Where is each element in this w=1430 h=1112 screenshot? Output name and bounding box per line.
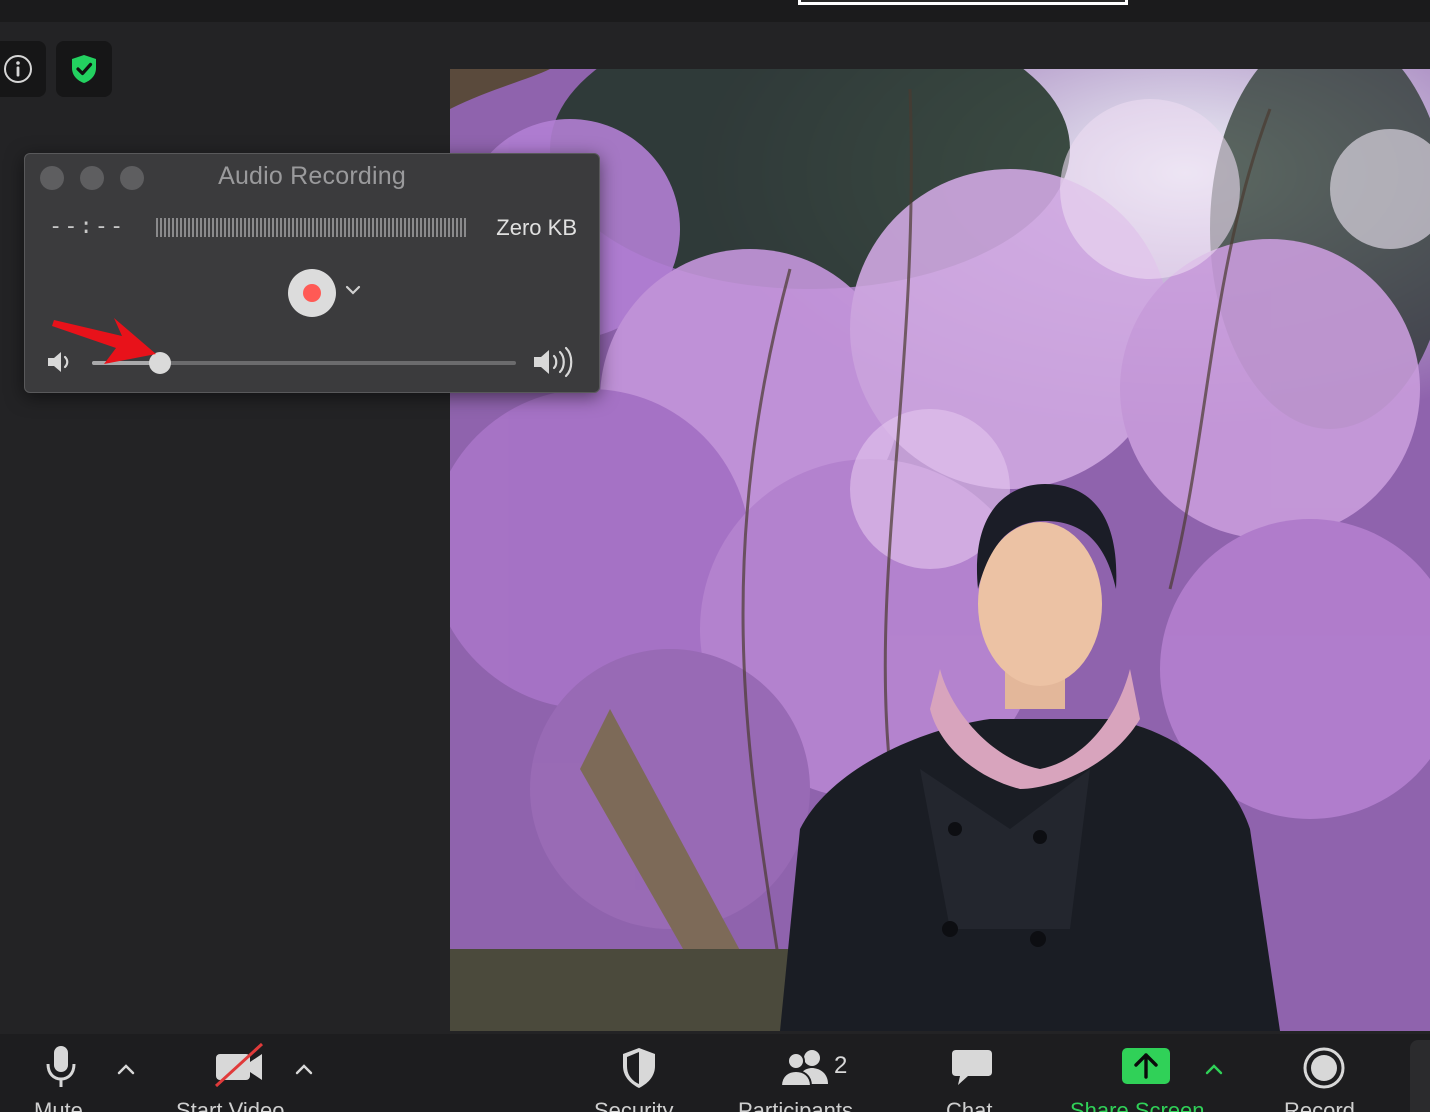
audio-level-meter: [156, 218, 468, 237]
zoom-meeting-window: Audio Recording --:-- Zero KB Mute Start…: [0, 0, 1430, 1112]
share-screen-icon: [1122, 1048, 1170, 1084]
mute-label: Mute: [34, 1098, 83, 1112]
participants-count: 2: [834, 1052, 848, 1079]
chevron-up-icon[interactable]: [1204, 1062, 1224, 1076]
security-label: Security: [594, 1098, 674, 1112]
start-video-label: Start Video: [176, 1098, 285, 1112]
volume-high-icon: [534, 346, 573, 378]
record-dot-icon: [303, 284, 321, 302]
top-bar: [0, 0, 1430, 22]
annotation-arrow-icon: [52, 318, 156, 364]
recording-size: Zero KB: [496, 215, 577, 240]
meeting-toolbar: Mute Start Video Security 2 Participants…: [0, 1034, 1430, 1112]
meeting-info-button[interactable]: [0, 41, 46, 97]
record-icon: [1303, 1047, 1345, 1089]
info-icon: [4, 55, 32, 83]
video-off-icon: [214, 1042, 264, 1088]
chat-bubble-icon: [952, 1050, 992, 1085]
shared-screen-indicator: [798, 0, 1128, 5]
chevron-up-icon[interactable]: [116, 1062, 136, 1076]
chevron-up-icon[interactable]: [294, 1062, 314, 1076]
chevron-down-icon[interactable]: [344, 284, 362, 296]
shield-check-icon: [72, 55, 96, 83]
participants-icon: [780, 1050, 828, 1087]
share-screen-label: Share Screen: [1070, 1098, 1205, 1112]
shield-icon: [623, 1048, 655, 1088]
recording-time: --:--: [49, 214, 126, 239]
chat-label: Chat: [946, 1098, 993, 1112]
end-meeting-button-edge[interactable]: [1410, 1040, 1430, 1112]
encryption-status-button[interactable]: [56, 41, 112, 97]
microphone-icon: [46, 1046, 76, 1087]
record-button[interactable]: [288, 269, 336, 317]
record-label: Record: [1284, 1098, 1355, 1112]
window-title: Audio Recording: [218, 162, 406, 190]
participants-label: Participants: [738, 1098, 853, 1112]
